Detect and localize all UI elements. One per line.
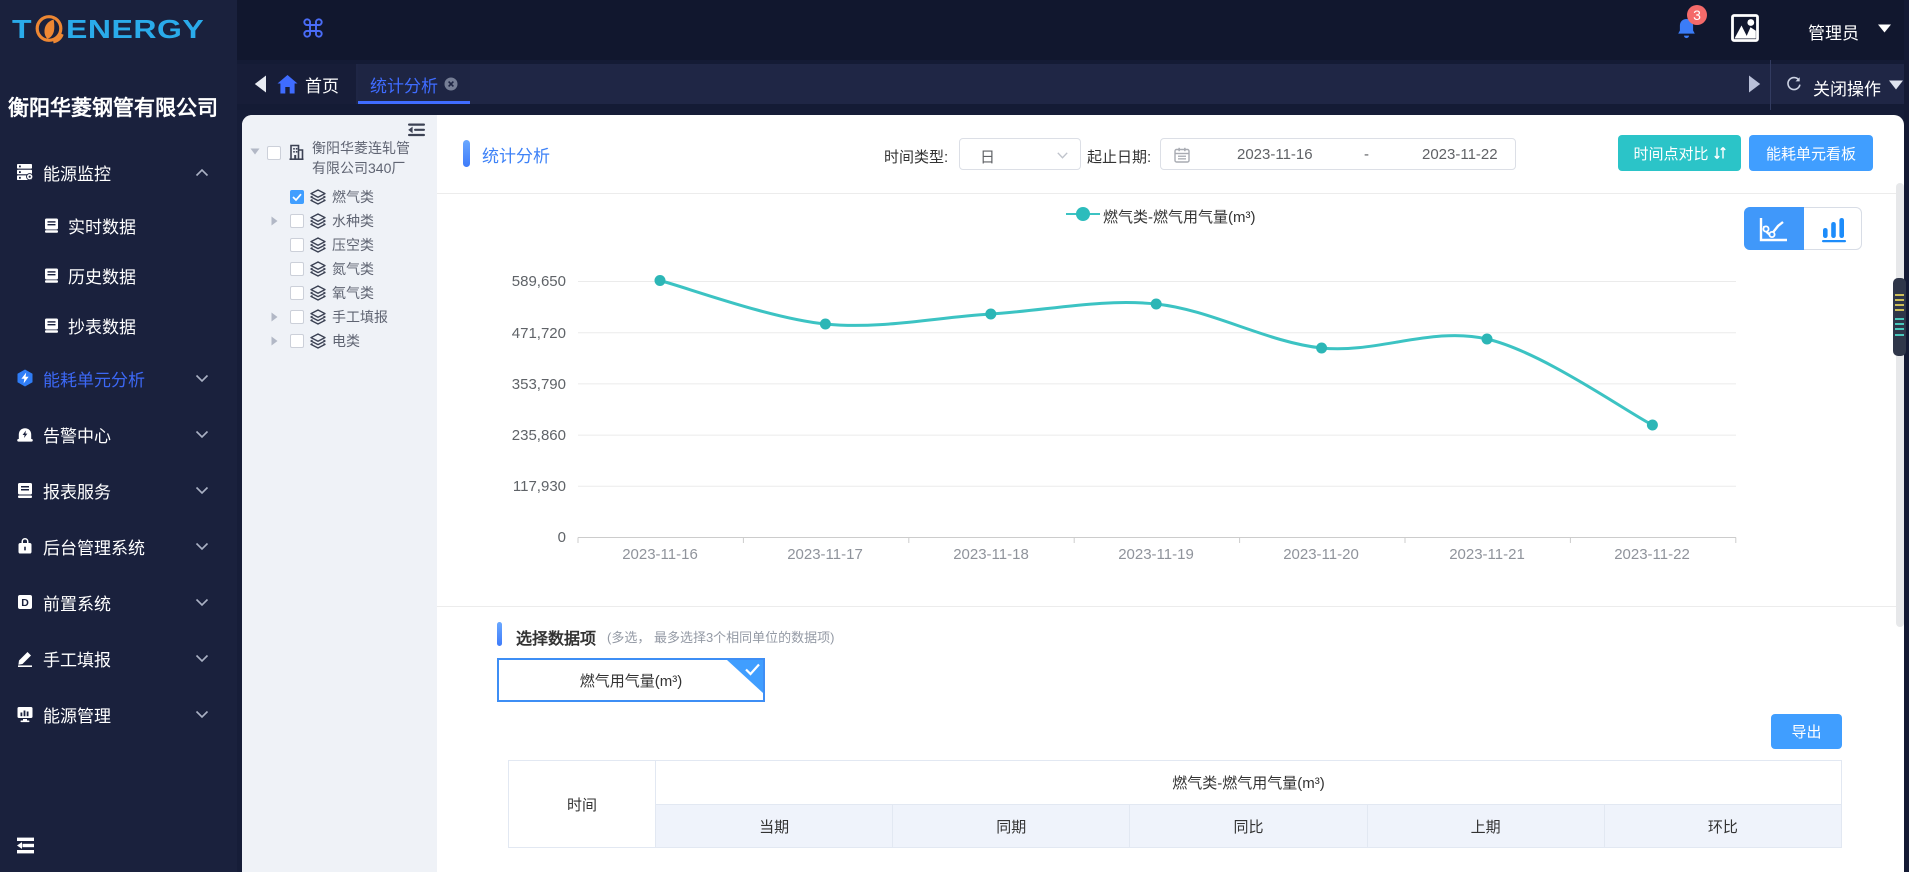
svg-text:0: 0 (558, 529, 566, 546)
svg-text:2023-11-17: 2023-11-17 (787, 546, 863, 563)
svg-text:353,790: 353,790 (512, 376, 566, 393)
svg-text:117,930: 117,930 (513, 478, 566, 495)
svg-text:235,860: 235,860 (512, 427, 566, 444)
svg-text:2023-11-19: 2023-11-19 (1118, 546, 1194, 563)
svg-text:2023-11-22: 2023-11-22 (1614, 546, 1690, 563)
svg-text:2023-11-16: 2023-11-16 (622, 546, 698, 563)
svg-text:589,650: 589,650 (512, 273, 566, 290)
svg-text:2023-11-20: 2023-11-20 (1283, 546, 1359, 563)
svg-text:471,720: 471,720 (512, 325, 566, 342)
svg-text:D: D (21, 597, 29, 609)
svg-text:2023-11-21: 2023-11-21 (1449, 546, 1525, 563)
svg-text:2023-11-18: 2023-11-18 (953, 546, 1029, 563)
